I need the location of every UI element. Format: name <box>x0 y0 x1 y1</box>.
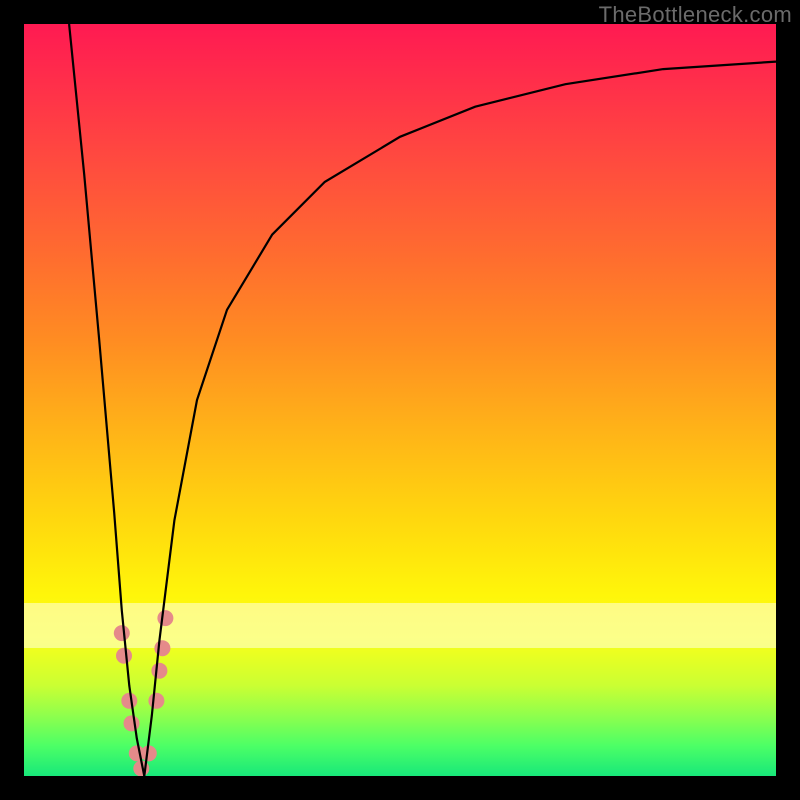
highlight-dot <box>116 648 132 664</box>
plot-area <box>24 24 776 776</box>
chart-frame: TheBottleneck.com <box>0 0 800 800</box>
highlight-dot <box>121 693 137 709</box>
right-branch-path <box>144 62 776 776</box>
curve-layer <box>24 24 776 776</box>
highlight-dot <box>114 625 130 641</box>
highlight-dots-group <box>114 610 174 776</box>
highlight-dot <box>157 610 173 626</box>
left-branch-path <box>69 24 144 776</box>
highlight-dot <box>124 715 140 731</box>
highlight-dot <box>151 663 167 679</box>
watermark-text: TheBottleneck.com <box>599 2 792 28</box>
highlight-dot <box>154 640 170 656</box>
highlight-dot <box>148 693 164 709</box>
